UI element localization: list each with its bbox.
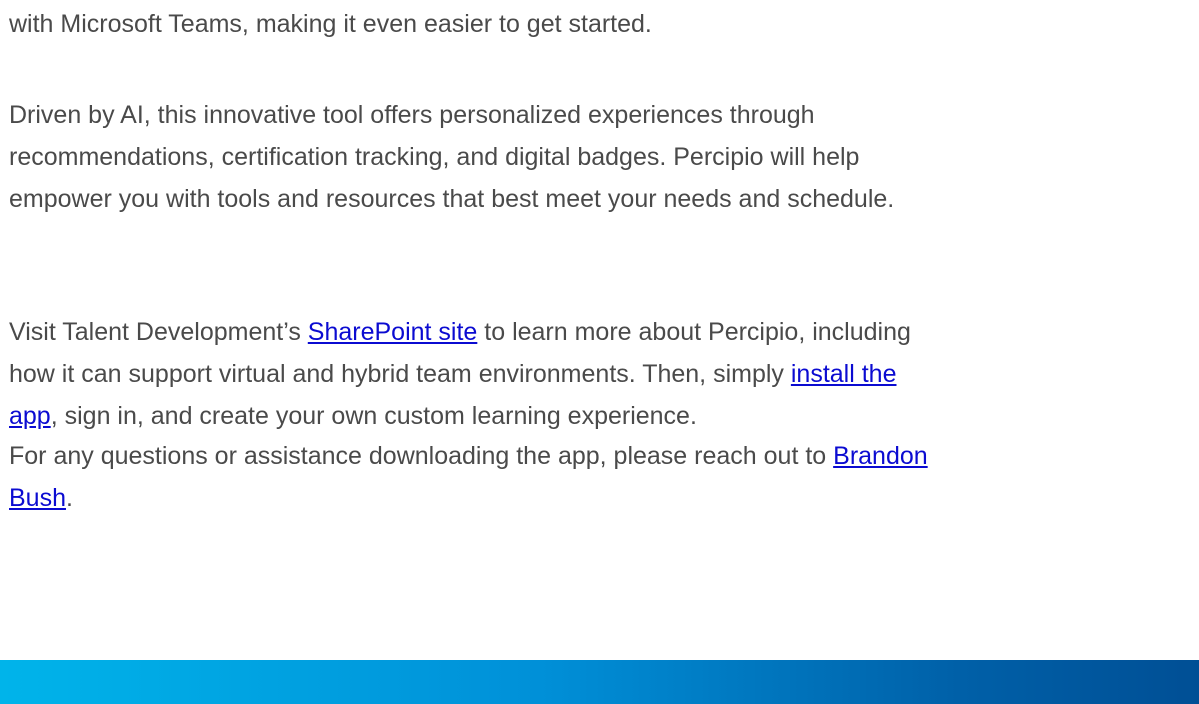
sharepoint-paragraph: Visit Talent Development’s SharePoint si… (9, 311, 911, 437)
paragraph-line: Bush. (9, 477, 928, 519)
install-app-link-continued[interactable]: app (9, 402, 51, 430)
install-app-link[interactable]: install the (791, 360, 897, 388)
paragraph-line: recommendations, certification tracking,… (9, 143, 860, 171)
paragraph-text: For any questions or assistance download… (9, 442, 834, 470)
paragraph-line: with Microsoft Teams, making it even eas… (9, 10, 652, 38)
footer-gradient-bar (0, 660, 1199, 704)
contact-brandon-bush-link-continued[interactable]: Bush (9, 484, 66, 512)
sharepoint-site-link[interactable]: SharePoint site (308, 318, 478, 346)
paragraph-line: For any questions or assistance download… (9, 435, 928, 477)
contact-brandon-bush-link[interactable]: Brandon (833, 442, 928, 470)
paragraph-text: . (65, 484, 73, 512)
paragraph-line: Driven by AI, this innovative tool offer… (9, 101, 815, 129)
intro-paragraph-tail: with Microsoft Teams, making it even eas… (9, 3, 652, 45)
paragraph-line: app, sign in, and create your own custom… (9, 395, 911, 437)
paragraph-line: empower you with tools and resources tha… (9, 185, 895, 213)
paragraph-text: Visit Talent Development’s (9, 318, 308, 346)
contact-paragraph: For any questions or assistance download… (9, 435, 928, 519)
paragraph-text: to learn more about Percipio, including (477, 318, 911, 346)
paragraph-line: how it can support virtual and hybrid te… (9, 353, 911, 395)
paragraph-line: Visit Talent Development’s SharePoint si… (9, 311, 911, 353)
ai-features-paragraph: Driven by AI, this innovative tool offer… (9, 94, 894, 220)
paragraph-text: , sign in, and create your own custom le… (50, 402, 697, 430)
paragraph-text: how it can support virtual and hybrid te… (9, 360, 791, 388)
